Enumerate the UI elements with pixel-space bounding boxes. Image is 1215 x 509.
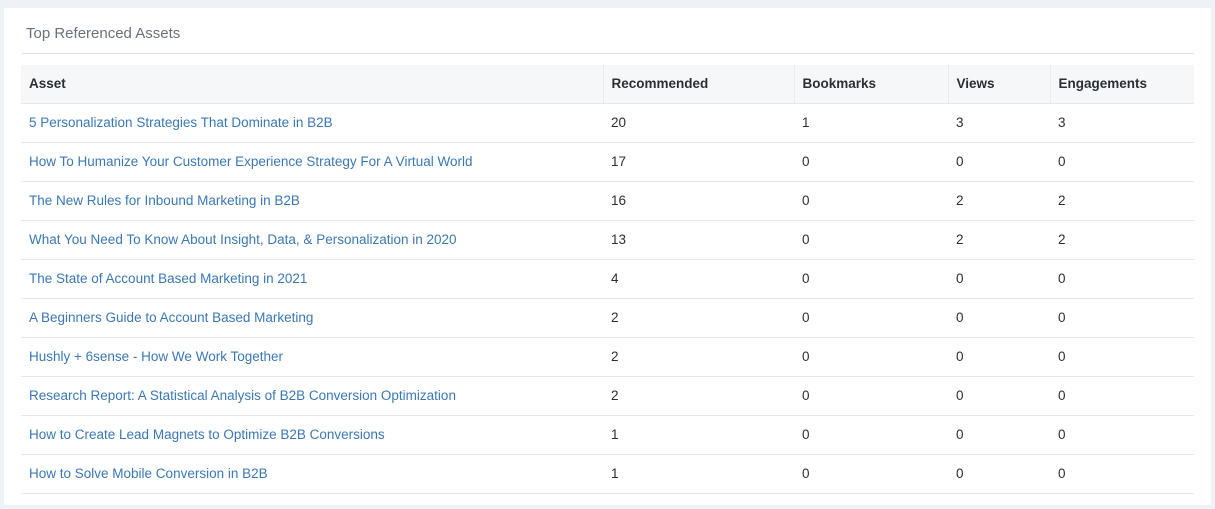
recommended-cell: 13 [603,220,794,260]
views-cell: 0 [948,259,1050,299]
recommended-cell: 2 [603,337,794,377]
engagements-cell: 0 [1050,298,1194,338]
panel-title: Top Referenced Assets [26,25,181,42]
table-row: A Beginners Guide to Account Based Marke… [21,298,1194,338]
views-cell: 2 [948,181,1050,221]
table-header-row: Asset Recommended Bookmarks Views Engage… [21,65,1194,104]
asset-link[interactable]: How to Create Lead Magnets to Optimize B… [29,427,385,442]
bookmarks-cell: 0 [794,259,948,299]
recommended-cell: 1 [603,415,794,455]
recommended-cell: 2 [603,376,794,416]
recommended-cell: 1 [603,454,794,494]
bookmarks-cell: 0 [794,220,948,260]
title-divider [22,53,1194,54]
views-cell: 0 [948,142,1050,182]
views-cell: 0 [948,415,1050,455]
bookmarks-cell: 0 [794,454,948,494]
asset-link[interactable]: Research Report: A Statistical Analysis … [29,388,456,403]
views-cell: 3 [948,103,1050,143]
asset-link[interactable]: Hushly + 6sense - How We Work Together [29,349,283,364]
bookmarks-cell: 0 [794,376,948,416]
header-recommended[interactable]: Recommended [602,65,794,104]
header-asset[interactable]: Asset [21,65,603,104]
table-row: How to Create Lead Magnets to Optimize B… [21,415,1194,455]
top-referenced-assets-panel: Top Referenced Assets Asset Recommended … [4,8,1211,505]
engagements-cell: 3 [1050,103,1194,143]
asset-link[interactable]: The New Rules for Inbound Marketing in B… [29,193,300,208]
recommended-cell: 4 [603,259,794,299]
bookmarks-cell: 0 [794,415,948,455]
asset-link[interactable]: How to Solve Mobile Conversion in B2B [29,466,268,481]
views-cell: 0 [948,454,1050,494]
table-row: Research Report: A Statistical Analysis … [21,376,1194,416]
asset-link[interactable]: How To Humanize Your Customer Experience… [29,154,472,169]
recommended-cell: 17 [603,142,794,182]
engagements-cell: 2 [1050,181,1194,221]
engagements-cell: 0 [1050,376,1194,416]
assets-table: Asset Recommended Bookmarks Views Engage… [21,65,1194,494]
asset-link[interactable]: The State of Account Based Marketing in … [29,271,307,286]
bookmarks-cell: 0 [794,142,948,182]
engagements-cell: 0 [1050,259,1194,299]
table-row: How To Humanize Your Customer Experience… [21,142,1194,182]
views-cell: 2 [948,220,1050,260]
table-row: Hushly + 6sense - How We Work Together 2… [21,337,1194,377]
views-cell: 0 [948,298,1050,338]
recommended-cell: 2 [603,298,794,338]
asset-link[interactable]: A Beginners Guide to Account Based Marke… [29,310,313,325]
recommended-cell: 16 [603,181,794,221]
table-row: The State of Account Based Marketing in … [21,259,1194,299]
engagements-cell: 0 [1050,454,1194,494]
engagements-cell: 2 [1050,220,1194,260]
engagements-cell: 0 [1050,415,1194,455]
engagements-cell: 0 [1050,142,1194,182]
bookmarks-cell: 0 [794,337,948,377]
table-row: How to Solve Mobile Conversion in B2B 1 … [21,454,1194,494]
views-cell: 0 [948,376,1050,416]
asset-link[interactable]: What You Need To Know About Insight, Dat… [29,232,457,247]
engagements-cell: 0 [1050,337,1194,377]
bookmarks-cell: 0 [794,181,948,221]
table-row: The New Rules for Inbound Marketing in B… [21,181,1194,221]
bookmarks-cell: 1 [794,103,948,143]
bookmarks-cell: 0 [794,298,948,338]
recommended-cell: 20 [603,103,794,143]
table-row: What You Need To Know About Insight, Dat… [21,220,1194,260]
table-row: 5 Personalization Strategies That Domina… [21,103,1194,143]
header-views[interactable]: Views [947,65,1050,104]
header-bookmarks[interactable]: Bookmarks [793,65,948,104]
views-cell: 0 [948,337,1050,377]
header-engagements[interactable]: Engagements [1049,65,1194,104]
asset-link[interactable]: 5 Personalization Strategies That Domina… [29,115,333,130]
